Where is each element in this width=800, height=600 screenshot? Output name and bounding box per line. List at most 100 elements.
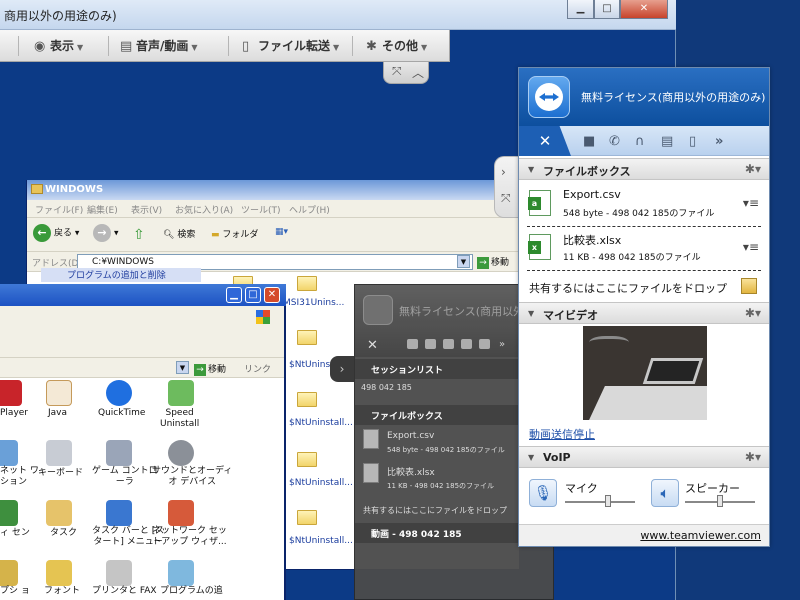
- speaker-icon[interactable]: 🔈︎: [651, 479, 679, 507]
- close-button[interactable]: ✕: [620, 0, 668, 19]
- network-setup-icon[interactable]: [168, 500, 194, 526]
- phone-icon[interactable]: [425, 339, 436, 349]
- gear-icon[interactable]: ✱▾: [745, 450, 761, 464]
- maximize-button[interactable]: □: [594, 0, 620, 19]
- cp-item-label[interactable]: タスク: [50, 528, 77, 539]
- cp-item-label[interactable]: フォント: [44, 586, 80, 597]
- file-name[interactable]: Export.csv: [387, 431, 434, 441]
- close-icon[interactable]: ✕: [367, 338, 378, 353]
- folder-label[interactable]: MSI31Unins...: [283, 298, 344, 308]
- cp-item-label[interactable]: サウンドとオーディ オ デバイス: [152, 466, 232, 488]
- file-menu-icon[interactable]: ▾≡: [743, 196, 759, 210]
- view-menu[interactable]: ◉ 表示 ▼: [34, 37, 83, 55]
- go-button[interactable]: → 移動: [477, 255, 509, 269]
- security-center-icon[interactable]: [0, 500, 18, 526]
- panel-side-tab[interactable]: › ⤧: [494, 156, 518, 218]
- network-icon[interactable]: [0, 440, 18, 466]
- cp-item-label[interactable]: プリンタと FAX: [92, 586, 157, 597]
- filebox-section-header[interactable]: ▼ ファイルボックス ✱▾: [519, 158, 769, 180]
- folder-icon[interactable]: [297, 452, 317, 467]
- file-transfer-menu[interactable]: ▯ ファイル転送 ▼: [242, 37, 339, 55]
- copy-icon[interactable]: ▯: [689, 134, 696, 149]
- more-menu[interactable]: ✱ その他 ▼: [366, 37, 427, 55]
- speaker-slider-handle[interactable]: [717, 495, 723, 507]
- sound-icon[interactable]: [168, 440, 194, 466]
- drop-zone-text[interactable]: 共有するにはここにファイルをドロップ: [529, 280, 727, 296]
- maximize-button[interactable]: □: [245, 287, 261, 303]
- go-button[interactable]: → 移動: [194, 362, 226, 376]
- menu-view[interactable]: 表示(V): [131, 203, 162, 216]
- search-button[interactable]: 🔍︎ 検索: [163, 227, 195, 240]
- quicktime-icon[interactable]: [106, 380, 132, 406]
- toolbar-collapse-tab[interactable]: ⤧ ︿: [383, 62, 429, 84]
- folder-icon[interactable]: [297, 330, 317, 345]
- media-player-icon[interactable]: [0, 380, 22, 406]
- chat-icon[interactable]: [461, 339, 472, 349]
- cp-item-label[interactable]: プシ ョ: [0, 586, 30, 597]
- menu-favorites[interactable]: お気に入り(A): [175, 203, 233, 216]
- file-name[interactable]: 比較表.xlsx: [387, 465, 435, 478]
- fonts-icon[interactable]: [46, 560, 72, 586]
- close-button[interactable]: ✕: [264, 287, 280, 303]
- phone-icon[interactable]: ✆: [609, 134, 620, 149]
- mic-slider-handle[interactable]: [605, 495, 612, 507]
- taskbar-icon[interactable]: [106, 500, 132, 526]
- menu-tools[interactable]: ツール(T): [241, 203, 281, 216]
- more-icon[interactable]: »: [499, 339, 513, 350]
- menu-edit[interactable]: 編集(E): [87, 203, 118, 216]
- more-icon[interactable]: »: [715, 134, 723, 149]
- chevron-up-icon[interactable]: ︿: [412, 64, 424, 81]
- task-icon[interactable]: [46, 500, 72, 526]
- folders-button[interactable]: ▬ フォルダ: [211, 227, 258, 240]
- folder-label[interactable]: $NtUninstall...: [289, 478, 353, 488]
- minimize-button[interactable]: ▁: [226, 287, 242, 303]
- cp-item-label[interactable]: Speed Uninstall: [160, 408, 199, 430]
- cp-item-label[interactable]: プログラムの追: [160, 586, 223, 597]
- microphone-icon[interactable]: 🎙︎: [529, 479, 557, 507]
- drop-zone-text[interactable]: 共有するにはここにファイルをドロップ: [363, 505, 507, 516]
- minimize-button[interactable]: ▁: [567, 0, 594, 19]
- audio-video-menu[interactable]: ▤ 音声/動画 ▼: [120, 37, 198, 55]
- camera-icon[interactable]: [407, 339, 418, 349]
- cp-item-label[interactable]: QuickTime: [98, 408, 145, 419]
- stop-video-link[interactable]: 動画送信停止: [529, 426, 595, 442]
- cp-item-label[interactable]: ネット ワ ション: [0, 466, 39, 488]
- copy-icon[interactable]: [479, 339, 490, 349]
- cp-item-label[interactable]: ネットワーク セッ トアップ ウィザ...: [152, 526, 227, 548]
- headset-icon[interactable]: ∩: [635, 134, 645, 149]
- speed-uninstall-icon[interactable]: [168, 380, 194, 406]
- game-controller-icon[interactable]: [106, 440, 132, 466]
- cp-item-label[interactable]: キーボード: [38, 468, 83, 479]
- gear-icon[interactable]: ✱▾: [745, 306, 761, 320]
- chevron-right-icon[interactable]: ›: [501, 165, 506, 179]
- cp-item-label[interactable]: ィ セン: [0, 528, 30, 539]
- headset-icon[interactable]: [443, 339, 454, 349]
- chevron-right-icon[interactable]: ›: [330, 356, 354, 382]
- chevron-down-icon[interactable]: ▼: [457, 255, 470, 268]
- keyboard-icon[interactable]: [46, 440, 72, 466]
- folder-label[interactable]: $NtUninstall...: [289, 418, 353, 428]
- views-button[interactable]: ▦▾: [275, 227, 288, 237]
- mic-volume-slider[interactable]: [565, 501, 635, 503]
- cp-item-label[interactable]: Java: [48, 408, 67, 419]
- menu-help[interactable]: ヘルプ(H): [289, 203, 330, 216]
- folder-icon[interactable]: [297, 276, 317, 291]
- file-menu-icon[interactable]: ▾≡: [743, 240, 759, 254]
- menu-file[interactable]: ファイル(F): [35, 203, 83, 216]
- add-remove-programs-link[interactable]: プログラムの追加と削除: [41, 268, 201, 282]
- links-label[interactable]: リンク: [244, 362, 271, 375]
- options-icon[interactable]: [0, 560, 18, 586]
- add-programs-icon[interactable]: [168, 560, 194, 586]
- folder-icon[interactable]: [297, 392, 317, 407]
- cp-item-label[interactable]: Player: [0, 408, 28, 419]
- file-row[interactable]: x 比較表.xlsx 11 KB - 498 042 185のファイル ▾≡: [519, 226, 769, 270]
- chat-icon[interactable]: ▤: [661, 134, 673, 149]
- forward-button[interactable]: → ▾: [93, 224, 119, 242]
- folder-label[interactable]: $NtUninstall...: [289, 536, 353, 546]
- camera-icon[interactable]: ■: [583, 134, 595, 149]
- voip-section-header[interactable]: ▼ VoIP ✱▾: [519, 446, 769, 468]
- chevron-down-icon[interactable]: ▼: [176, 361, 189, 374]
- gear-icon[interactable]: ✱▾: [745, 162, 761, 176]
- fullscreen-icon[interactable]: ⤧: [501, 191, 511, 206]
- file-row[interactable]: a Export.csv 548 byte - 498 042 185のファイル…: [519, 182, 769, 226]
